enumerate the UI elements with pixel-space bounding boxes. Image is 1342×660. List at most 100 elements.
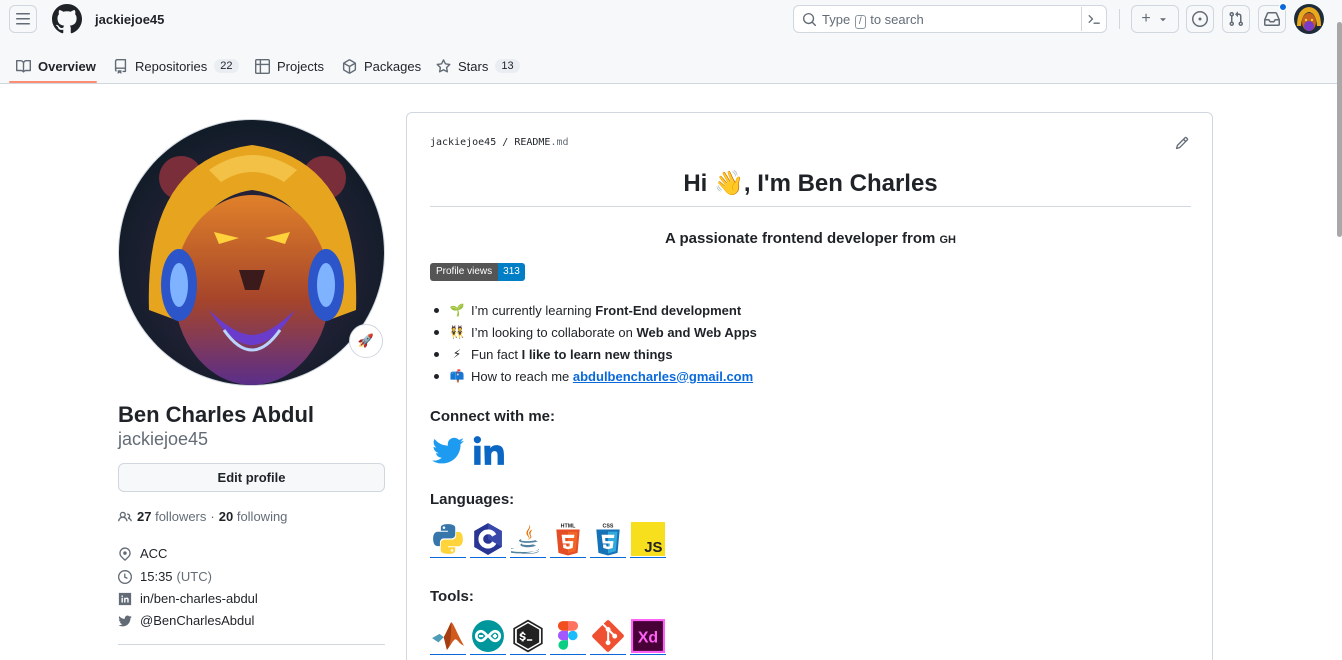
css3-icon: CSS [596,523,620,555]
people-icon [118,511,132,521]
languages-heading: Languages: [430,491,515,508]
pencil-icon [1175,136,1189,150]
bash-icon [513,619,543,652]
user-avatar-button[interactable] [1294,4,1324,34]
profile-username: jackiejoe45 [118,429,209,449]
menu-button[interactable] [9,5,37,33]
profile-views-count: 313 [498,263,525,281]
github-logo-icon[interactable] [51,4,82,34]
inbox-icon [1264,11,1280,26]
bullet-text: I’m currently learning [471,302,592,318]
search-placeholder: Type / to search [822,12,924,29]
readme-path-separator: / [502,137,509,148]
tab-overview[interactable]: Overview [16,48,96,84]
terminal-icon [1088,15,1100,24]
readme-path-user[interactable]: jackiejoe45 [430,137,496,148]
active-tab-indicator [9,81,97,83]
command-palette-button[interactable] [1081,7,1105,31]
package-icon [342,58,357,74]
mailbox-icon: 📫 [449,369,465,383]
figma-icon [557,620,579,650]
tab-stars[interactable]: Stars 13 [436,48,520,84]
local-time-text: 15:35 [140,569,173,584]
readme-subtitle: A passionate frontend developer from GH [407,230,1214,247]
edit-profile-button[interactable]: Edit profile [118,463,385,492]
html5-link[interactable]: HTML [550,522,586,558]
issue-opened-icon [1192,11,1208,27]
profile-avatar[interactable] [118,119,385,386]
twitter-link[interactable] [430,434,466,470]
xd-link[interactable]: Xd [630,618,666,655]
create-new-button[interactable]: + [1131,5,1179,33]
pull-requests-button[interactable] [1222,5,1250,33]
c-icon [474,522,502,555]
edit-readme-button[interactable] [1175,136,1191,152]
repo-icon [114,58,127,74]
profile-local-time: 15:35 (UTC) [118,569,212,584]
readme-heading: Hi 👋, I'm Ben Charles [683,170,938,197]
star-icon [436,58,451,73]
arduino-link[interactable] [470,619,506,655]
readme-bullet-list: 🌱 I’m currently learning Front-End devel… [430,299,757,387]
list-item: 📫 How to reach me abdulbencharles@gmail.… [430,365,757,387]
arduino-icon [472,619,504,652]
tab-overview-label: Overview [38,58,96,74]
javascript-link[interactable]: JS [630,521,666,558]
javascript-icon: JS [631,521,665,556]
git-link[interactable] [590,619,626,655]
css3-link[interactable]: CSS [590,522,626,558]
bullet-bold: Web and Web Apps [636,324,757,340]
following-count: 20 [218,509,234,524]
python-link[interactable] [430,522,466,558]
java-link[interactable] [510,522,546,558]
tab-packages[interactable]: Packages [342,48,421,84]
twitter-link-text: @BenCharlesAbdul [140,613,255,628]
tab-repositories[interactable]: Repositories 22 [113,48,239,84]
linkedin-link-text: in/ben-charles-abdul [140,591,258,606]
readme-heading-rule [430,206,1191,207]
rocket-icon: 🚀 [357,333,375,348]
search-shortcut-key: / [854,15,866,29]
java-icon [511,523,540,554]
readme-subtitle-text: A passionate frontend developer from [665,230,936,247]
git-pull-request-icon [1229,11,1244,27]
profile-twitter[interactable]: @BenCharlesAbdul [118,613,254,628]
location-icon [119,546,131,561]
country-code: GH [939,234,957,246]
header-username[interactable]: jackiejoe45 [95,12,164,27]
followers-link[interactable]: 27 followers [137,509,206,524]
issues-button[interactable] [1186,5,1214,33]
figma-link[interactable] [550,619,586,655]
triangle-down-icon [1159,18,1166,22]
seedling-icon: 🌱 [449,303,465,317]
readme-path-file: README [514,137,551,148]
search-input[interactable]: Type / to search [793,5,1107,33]
languages-icons-row: HTML CSS JS [430,521,670,558]
profile-avatar-image [119,120,384,385]
profile-linkedin[interactable]: in/ben-charles-abdul [118,591,258,606]
set-status-button[interactable]: 🚀 [349,324,383,358]
tab-projects[interactable]: Projects [255,48,324,84]
search-placeholder-prefix: Type [822,12,851,27]
c-link[interactable] [470,522,506,558]
tab-packages-label: Packages [364,58,422,74]
hamburger-icon [16,13,30,25]
following-link[interactable]: 20 following [219,509,288,524]
bullet-text: Fun fact [471,346,518,362]
header-divider [1119,9,1120,29]
repositories-count-badge: 22 [214,59,239,73]
list-item: 👯 I’m looking to collaborate on Web and … [430,321,757,343]
bash-link[interactable] [510,619,546,655]
bullet-text: I’m looking to collaborate on [471,324,633,340]
javascript-label: JS [644,539,662,555]
readme-path-ext: .md [550,137,569,148]
scrollbar-thumb[interactable] [1337,22,1342,237]
bullet-text: How to reach me [471,368,570,384]
stars-count-badge: 13 [495,59,520,73]
avatar-image [1294,4,1324,34]
matlab-link[interactable] [430,619,466,655]
email-link[interactable]: abdulbencharles@gmail.com [573,369,753,384]
linkedin-link[interactable] [470,434,506,470]
tools-icons-row: Xd [430,618,670,655]
sidebar-divider [118,644,385,645]
